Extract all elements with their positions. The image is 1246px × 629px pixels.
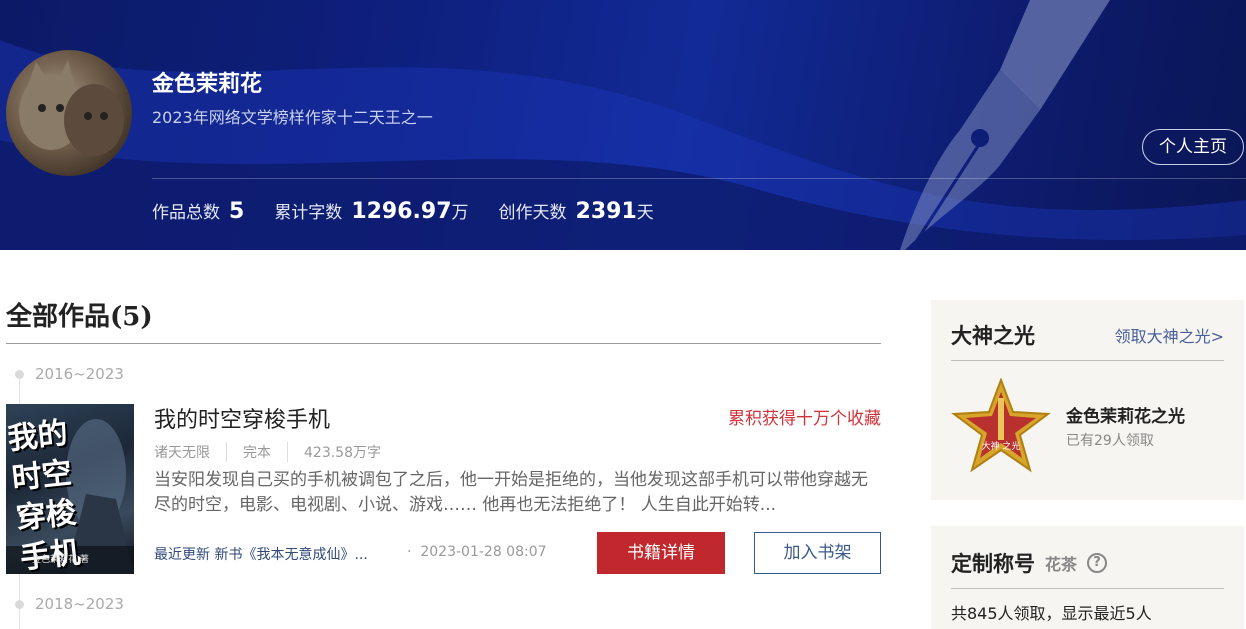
help-icon[interactable]: ? [1087,553,1108,573]
custom-title-count: 共845人领取，显示最近5人 [951,604,1152,623]
home-page-button[interactable]: 个人主页 [1142,129,1244,165]
stat-unit: 万 [451,203,469,223]
stat-value: 2391 [575,199,637,224]
badge-name: 金色茉莉花之光 [1066,407,1185,427]
claim-glory-link[interactable]: 领取大神之光> [1115,323,1224,347]
avatar [6,50,132,176]
card-divider [951,588,1224,589]
author-name: 金色茉莉花 [152,72,263,97]
stat-works: 作品总数 5 [152,198,244,224]
year-label: 2016~2023 [35,365,124,383]
glory-card: 大神之光 领取大神之光> 大神 之光 金色茉莉花之光 已有29人领取 [931,300,1244,500]
book-badge: 累积获得十万个收藏 [728,409,881,429]
works-divider [6,343,881,344]
book-category[interactable]: 诸天无限 [154,442,226,462]
stat-label: 创作天数 [498,203,567,223]
stat-value: 1296.97 [351,199,452,224]
stat-value: 5 [229,199,245,224]
banner-divider [152,178,1246,179]
custom-title-heading: 定制称号 [951,551,1035,576]
cover-author: 金色茉莉花 著 [32,555,89,565]
book-title[interactable]: 我的时空穿梭手机 [154,402,330,434]
book-detail-button[interactable]: 书籍详情 [597,532,725,574]
works-heading: 全部作品(5) [6,302,153,332]
card-divider [951,360,1224,361]
custom-title-name: 花茶 [1045,555,1078,574]
star-badge-icon: 大神 之光 [951,378,1051,473]
stat-label: 累计字数 [274,203,343,223]
badge-claimed-count: 已有29人领取 [1066,433,1154,449]
timeline-dot [15,600,24,609]
year-label: 2018~2023 [35,595,124,613]
add-to-shelf-button[interactable]: 加入书架 [754,532,881,574]
badge-text: 大神 之光 [982,440,1021,452]
book-status: 完本 [226,442,287,462]
stat-unit: 天 [636,203,654,223]
book-cover[interactable]: 我的时空穿梭手机 金色茉莉花 著 [6,404,134,574]
author-banner: 金色茉莉花 2023年网络文学榜样作家十二天王之一 个人主页 作品总数 5 累计… [0,0,1246,250]
update-time: · 2023-01-28 08:07 [407,544,547,560]
stat-days: 创作天数 2391 天 [499,198,654,224]
book-description: 当安阳发现自己买的手机被调包了之后，他一开始是拒绝的，当他发现这部手机可以带他穿… [154,470,868,515]
latest-update-link[interactable]: 最近更新 新书《我本无意成仙》... [154,544,368,564]
book-word-count: 423.58万字 [287,442,397,462]
timeline-dot [15,370,24,379]
author-title: 2023年网络文学榜样作家十二天王之一 [152,108,433,127]
custom-title-header: 定制称号 花茶 ? [951,548,1108,578]
book-meta: 诸天无限 完本 423.58万字 [154,442,397,462]
author-stats: 作品总数 5 累计字数 1296.97 万 创作天数 2391 天 [152,198,684,224]
update-time-value: 2023-01-28 08:07 [420,544,547,560]
stat-label: 作品总数 [152,203,220,223]
custom-title-card: 定制称号 花茶 ? 共845人领取，显示最近5人 [931,526,1244,629]
stat-words: 累计字数 1296.97 万 [274,198,468,224]
glory-title: 大神之光 [951,323,1035,348]
